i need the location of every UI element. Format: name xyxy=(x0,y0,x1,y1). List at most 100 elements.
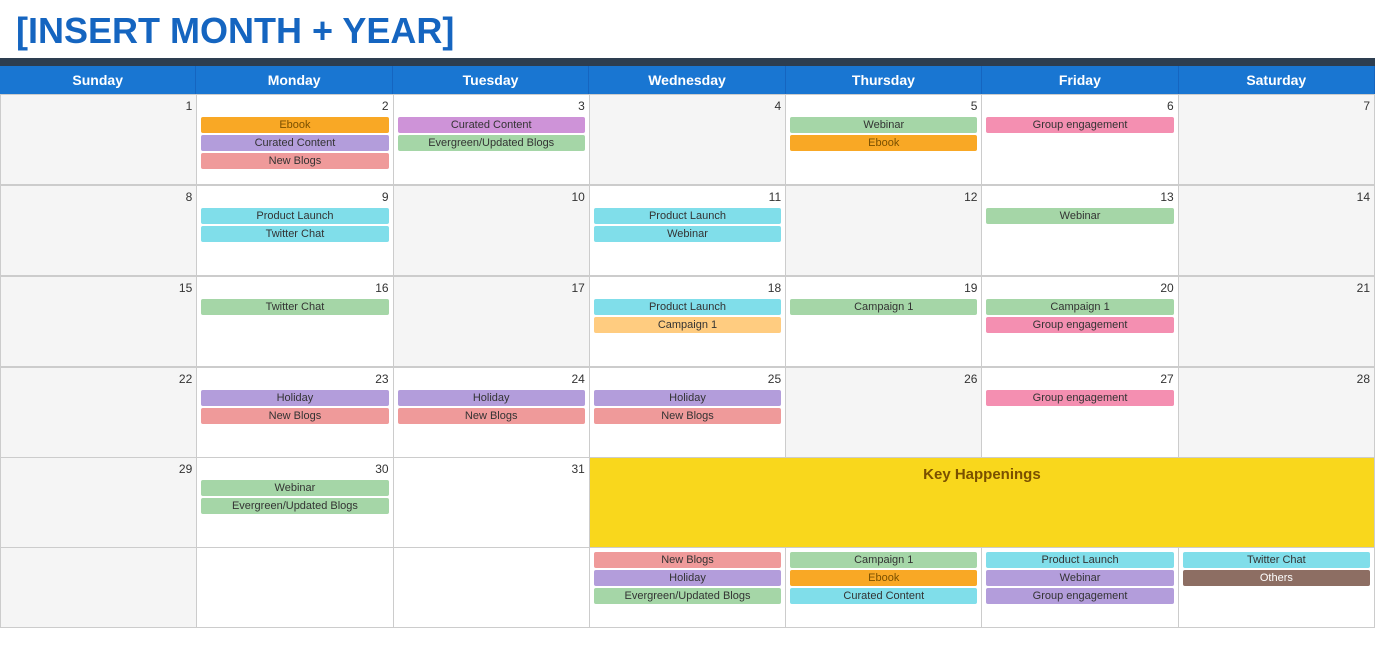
calendar-cell: 21 xyxy=(1179,277,1375,367)
calendar-event[interactable]: Campaign 1 xyxy=(986,299,1173,315)
calendar-cell: 17 xyxy=(394,277,590,367)
calendar-cell xyxy=(1,548,197,628)
cell-number: 26 xyxy=(790,372,977,386)
calendar-event[interactable]: Ebook xyxy=(790,570,977,586)
calendar-event[interactable]: Twitter Chat xyxy=(201,299,388,315)
key-col-cell: Campaign 1 Ebook Curated Content xyxy=(786,548,982,628)
calendar-event[interactable]: Evergreen/Updated Blogs xyxy=(398,135,585,151)
cell-number: 25 xyxy=(594,372,781,386)
calendar-cell: 28 xyxy=(1179,368,1375,458)
calendar-event[interactable]: Webinar xyxy=(790,117,977,133)
calendar-event[interactable]: Group engagement xyxy=(986,117,1173,133)
day-header-wednesday: Wednesday xyxy=(589,66,785,94)
calendar-event[interactable]: Curated Content xyxy=(398,117,585,133)
cell-number: 13 xyxy=(986,190,1173,204)
calendar-event[interactable]: Group engagement xyxy=(986,317,1173,333)
cell-number: 12 xyxy=(790,190,977,204)
calendar-cell: 12 xyxy=(786,186,982,276)
calendar-event[interactable]: Group engagement xyxy=(986,390,1173,406)
calendar-event[interactable]: Evergreen/Updated Blogs xyxy=(201,498,388,514)
calendar-event[interactable]: Evergreen/Updated Blogs xyxy=(594,588,781,604)
calendar-event[interactable]: New Blogs xyxy=(594,552,781,568)
cell-number: 22 xyxy=(5,372,192,386)
cell-number: 17 xyxy=(398,281,585,295)
header-bar xyxy=(0,58,1375,66)
week-row-4: 2223HolidayNew Blogs24HolidayNew Blogs25… xyxy=(0,367,1375,458)
calendar-event[interactable]: Webinar xyxy=(986,208,1173,224)
calendar-cell: 22 xyxy=(1,368,197,458)
calendar-event[interactable]: New Blogs xyxy=(201,408,388,424)
calendar-cell: 11 Product Launch Webinar xyxy=(590,186,786,276)
cell-number: 10 xyxy=(398,190,585,204)
cell-number: 23 xyxy=(201,372,388,386)
cell-number: 16 xyxy=(201,281,388,295)
calendar-event[interactable]: Group engagement xyxy=(986,588,1173,604)
calendar-event[interactable]: Holiday xyxy=(594,570,781,586)
calendar-cell: 13 Webinar xyxy=(982,186,1178,276)
calendar-event[interactable]: Holiday xyxy=(201,390,388,406)
calendar-cell: 29 xyxy=(1,458,197,548)
key-col-cell: Twitter Chat Others xyxy=(1179,548,1375,628)
calendar-event[interactable]: Ebook xyxy=(201,117,388,133)
cell-number: 9 xyxy=(201,190,388,204)
cell-number: 11 xyxy=(594,190,781,204)
cell-number: 5 xyxy=(790,99,977,113)
cell-number: 3 xyxy=(398,99,585,113)
cell-number: 19 xyxy=(790,281,977,295)
calendar-cell: 30WebinarEvergreen/Updated Blogs xyxy=(197,458,393,548)
calendar-event[interactable]: Twitter Chat xyxy=(201,226,388,242)
calendar-event[interactable]: Webinar xyxy=(594,226,781,242)
calendar-event[interactable]: Webinar xyxy=(201,480,388,496)
key-happenings-label: Key Happenings xyxy=(590,458,1375,548)
key-col-cell: New Blogs Holiday Evergreen/Updated Blogs xyxy=(590,548,786,628)
calendar-cell: 10 xyxy=(394,186,590,276)
cell-number: 24 xyxy=(398,372,585,386)
page-title: [INSERT MONTH + YEAR] xyxy=(0,0,1375,58)
calendar-event[interactable]: Curated Content xyxy=(201,135,388,151)
calendar-event[interactable]: Campaign 1 xyxy=(790,552,977,568)
calendar-cell: 15 xyxy=(1,277,197,367)
calendar-cell: 16 Twitter Chat xyxy=(197,277,393,367)
calendar-cell: 25 Holiday New Blogs xyxy=(590,368,786,458)
week-row-1: 12 Ebook Curated Content New Blogs 3 Curated … xyxy=(0,94,1375,185)
calendar-event[interactable]: New Blogs xyxy=(398,408,585,424)
calendar-cell: 9 Product Launch Twitter Chat xyxy=(197,186,393,276)
cell-number: 21 xyxy=(1183,281,1370,295)
calendar-cell xyxy=(197,548,393,628)
cell-number: 18 xyxy=(594,281,781,295)
calendar-cell: 7 xyxy=(1179,95,1375,185)
calendar-cell: 14 xyxy=(1179,186,1375,276)
cell-number: 8 xyxy=(5,190,192,204)
calendar-cell: 24 Holiday New Blogs xyxy=(394,368,590,458)
cell-number: 7 xyxy=(1183,99,1370,113)
calendar-event[interactable]: Product Launch xyxy=(594,208,781,224)
calendar-event[interactable]: Curated Content xyxy=(790,588,977,604)
calendar-event[interactable]: New Blogs xyxy=(201,153,388,169)
calendar-event[interactable]: Product Launch xyxy=(594,299,781,315)
calendar-event[interactable]: New Blogs xyxy=(594,408,781,424)
calendar-event[interactable]: Product Launch xyxy=(201,208,388,224)
calendar-event[interactable]: Campaign 1 xyxy=(790,299,977,315)
cell-number: 2 xyxy=(201,99,388,113)
calendar-event[interactable]: Twitter Chat xyxy=(1183,552,1370,568)
calendar-event[interactable]: Webinar xyxy=(986,570,1173,586)
calendar-event[interactable]: Campaign 1 xyxy=(594,317,781,333)
cell-number: 4 xyxy=(594,99,781,113)
calendar-body: 12 Ebook Curated Content New Blogs 3 Curated … xyxy=(0,94,1375,628)
day-header-thursday: Thursday xyxy=(786,66,982,94)
calendar-cell: 19 Campaign 1 xyxy=(786,277,982,367)
day-header-tuesday: Tuesday xyxy=(393,66,589,94)
day-header-friday: Friday xyxy=(982,66,1178,94)
cell-number: 27 xyxy=(986,372,1173,386)
calendar-event[interactable]: Ebook xyxy=(790,135,977,151)
calendar-cell xyxy=(394,548,590,628)
cell-number: 1 xyxy=(5,99,192,113)
calendar-cell: 27 Group engagement xyxy=(982,368,1178,458)
calendar-event[interactable]: Holiday xyxy=(398,390,585,406)
calendar-event[interactable]: Product Launch xyxy=(986,552,1173,568)
calendar-cell: 18 Product Launch Campaign 1 xyxy=(590,277,786,367)
calendar-cell: 6Group engagement xyxy=(982,95,1178,185)
calendar-event[interactable]: Holiday xyxy=(594,390,781,406)
calendar-event[interactable]: Others xyxy=(1183,570,1370,586)
calendar-cell: 23 Holiday New Blogs xyxy=(197,368,393,458)
